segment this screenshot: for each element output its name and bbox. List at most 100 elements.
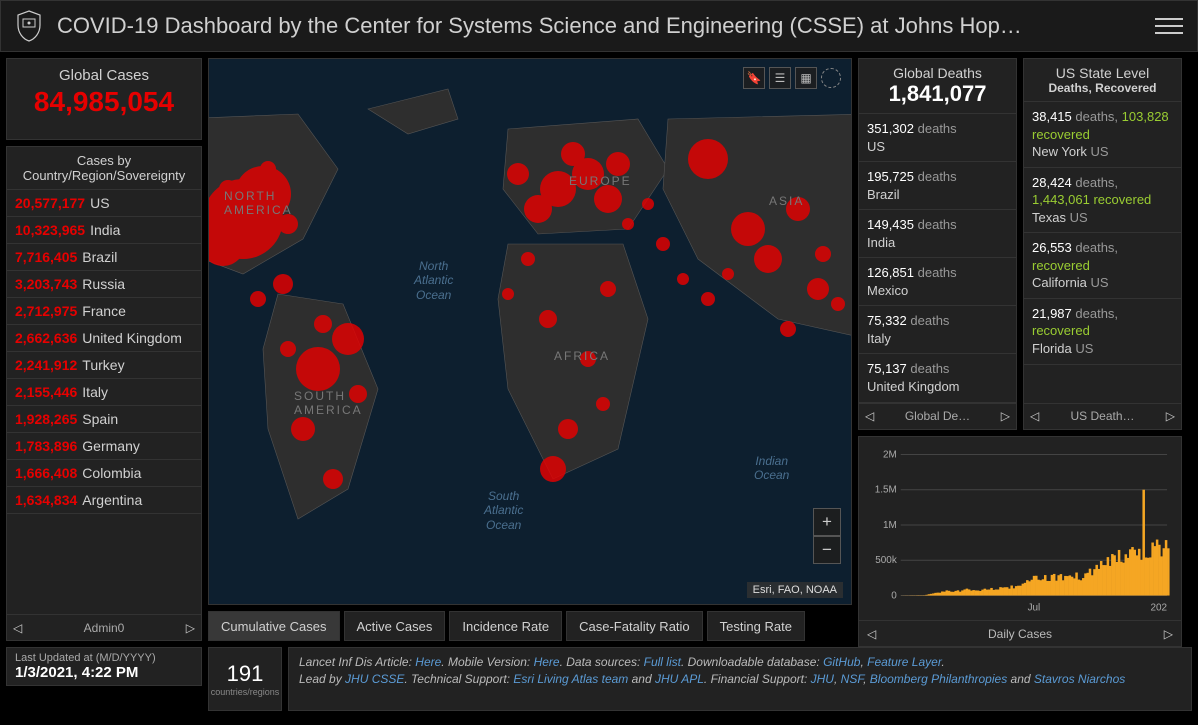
link-jhu[interactable]: JHU bbox=[811, 672, 834, 686]
link-github[interactable]: GitHub bbox=[823, 655, 860, 669]
link-jhucsse[interactable]: JHU CSSE bbox=[345, 672, 404, 686]
link-sources[interactable]: Full list bbox=[644, 655, 681, 669]
credits-panel: Lancet Inf Dis Article: Here. Mobile Ver… bbox=[288, 647, 1192, 711]
tab-incidence-rate[interactable]: Incidence Rate bbox=[449, 611, 562, 641]
list-item[interactable]: 20,577,177US bbox=[7, 190, 201, 217]
country-count-panel: 191 countries/regions bbox=[208, 647, 282, 711]
us-state-panel: US State Level Deaths, Recovered 38,415 … bbox=[1023, 58, 1182, 430]
zoom-out-button[interactable]: − bbox=[813, 536, 841, 564]
map-attribution: Esri, FAO, NOAA bbox=[747, 582, 843, 598]
link-mobile[interactable]: Here bbox=[534, 655, 560, 669]
continent-label: NORTHAMERICA bbox=[224, 189, 293, 217]
pager-next-icon[interactable]: ▷ bbox=[1166, 409, 1175, 423]
global-cases-value: 84,985,054 bbox=[11, 86, 197, 118]
deaths-pager: ◁ Global De… ▷ bbox=[859, 403, 1016, 429]
link-featurelayer[interactable]: Feature Layer bbox=[867, 655, 941, 669]
list-item[interactable]: 38,415 deaths, 103,828 recoveredNew York… bbox=[1024, 102, 1181, 168]
chart-pager: ◁ Daily Cases ▷ bbox=[859, 620, 1181, 646]
continent-label: SOUTHAMERICA bbox=[294, 389, 363, 417]
daily-cases-chart: 0 500k 1M 1.5M 2M Jul 202 ◁ Daily Cases ▷ bbox=[858, 436, 1182, 648]
cases-by-country-title: Cases by Country/Region/Sovereignty bbox=[7, 147, 201, 190]
svg-text:2M: 2M bbox=[883, 449, 897, 460]
global-deaths-title: Global Deaths bbox=[863, 65, 1012, 81]
link-nsf[interactable]: NSF bbox=[841, 672, 863, 686]
zoom-in-button[interactable]: + bbox=[813, 508, 841, 536]
pager-label: Admin0 bbox=[84, 621, 125, 635]
world-map[interactable]: NORTHAMERICA SOUTHAMERICA AFRICA EUROPE … bbox=[208, 58, 852, 605]
country-count-label: countries/regions bbox=[211, 687, 280, 697]
continent-label: AFRICA bbox=[554, 349, 610, 363]
list-item[interactable]: 75,332 deathsItaly bbox=[859, 306, 1016, 354]
global-deaths-panel: Global Deaths 1,841,077 351,302 deathsUS… bbox=[858, 58, 1017, 430]
link-jhuapl[interactable]: JHU APL bbox=[655, 672, 704, 686]
link-article[interactable]: Here bbox=[415, 655, 441, 669]
continent-label: EUROPE bbox=[569, 174, 632, 188]
menu-button[interactable] bbox=[1155, 12, 1183, 40]
us-state-pager: ◁ US Death… ▷ bbox=[1024, 403, 1181, 429]
link-bloomberg[interactable]: Bloomberg Philanthropies bbox=[870, 672, 1007, 686]
tab-case-fatality[interactable]: Case-Fatality Ratio bbox=[566, 611, 703, 641]
pager-prev-icon[interactable]: ◁ bbox=[13, 621, 22, 635]
svg-text:0: 0 bbox=[891, 590, 897, 601]
list-item[interactable]: 1,928,265Spain bbox=[7, 406, 201, 433]
list-item[interactable]: 3,203,743Russia bbox=[7, 271, 201, 298]
global-cases-title: Global Cases bbox=[11, 67, 197, 84]
us-state-subtitle: Deaths, Recovered bbox=[1028, 81, 1177, 95]
list-item[interactable]: 149,435 deathsIndia bbox=[859, 210, 1016, 258]
svg-text:500k: 500k bbox=[875, 555, 897, 566]
list-item[interactable]: 7,716,405Brazil bbox=[7, 244, 201, 271]
global-cases-panel: Global Cases 84,985,054 bbox=[6, 58, 202, 140]
svg-text:202: 202 bbox=[1150, 602, 1167, 613]
last-updated-value: 1/3/2021, 4:22 PM bbox=[15, 664, 193, 681]
list-item[interactable]: 2,662,636United Kingdom bbox=[7, 325, 201, 352]
list-item[interactable]: 75,137 deathsUnited Kingdom bbox=[859, 354, 1016, 402]
cases-by-country-panel: Cases by Country/Region/Sovereignty 20,5… bbox=[6, 146, 202, 641]
us-state-title: US State Level bbox=[1028, 65, 1177, 81]
bookmark-icon[interactable]: 🔖 bbox=[743, 67, 765, 89]
tab-testing-rate[interactable]: Testing Rate bbox=[707, 611, 805, 641]
pager-prev-icon[interactable]: ◁ bbox=[867, 627, 876, 641]
expand-icon[interactable] bbox=[821, 68, 841, 88]
list-item[interactable]: 1,666,408Colombia bbox=[7, 460, 201, 487]
country-count-value: 191 bbox=[227, 661, 264, 687]
link-esri[interactable]: Esri Living Atlas team bbox=[513, 672, 628, 686]
link-stavros[interactable]: Stavros Niarchos bbox=[1034, 672, 1125, 686]
pager-next-icon[interactable]: ▷ bbox=[186, 621, 195, 635]
chart-svg: 0 500k 1M 1.5M 2M Jul 202 bbox=[865, 445, 1175, 617]
ocean-label: NorthAtlanticOcean bbox=[414, 259, 453, 302]
list-item[interactable]: 26,553 deaths, recoveredCalifornia US bbox=[1024, 233, 1181, 299]
page-title: COVID-19 Dashboard by the Center for Sys… bbox=[57, 13, 1155, 39]
list-item[interactable]: 1,783,896Germany bbox=[7, 433, 201, 460]
list-item[interactable]: 2,155,446Italy bbox=[7, 379, 201, 406]
pager-prev-icon[interactable]: ◁ bbox=[865, 409, 874, 423]
pager-next-icon[interactable]: ▷ bbox=[1164, 627, 1173, 641]
list-item[interactable]: 126,851 deathsMexico bbox=[859, 258, 1016, 306]
list-item[interactable]: 2,712,975France bbox=[7, 298, 201, 325]
ocean-label: IndianOcean bbox=[754, 454, 789, 483]
list-item[interactable]: 28,424 deaths, 1,443,061 recoveredTexas … bbox=[1024, 168, 1181, 234]
tab-active-cases[interactable]: Active Cases bbox=[344, 611, 446, 641]
jhu-logo-icon bbox=[15, 9, 43, 43]
list-item[interactable]: 2,241,912Turkey bbox=[7, 352, 201, 379]
tab-cumulative-cases[interactable]: Cumulative Cases bbox=[208, 611, 340, 641]
continent-label: ASIA bbox=[769, 194, 804, 208]
list-item[interactable]: 351,302 deathsUS bbox=[859, 114, 1016, 162]
pager-next-icon[interactable]: ▷ bbox=[1001, 409, 1010, 423]
pager-prev-icon[interactable]: ◁ bbox=[1030, 409, 1039, 423]
list-item[interactable]: 1,634,834Argentina bbox=[7, 487, 201, 514]
map-tabs: Cumulative Cases Active Cases Incidence … bbox=[208, 611, 852, 641]
cases-list[interactable]: 20,577,177US 10,323,965India 7,716,405Br… bbox=[7, 190, 201, 614]
list-item[interactable]: 195,725 deathsBrazil bbox=[859, 162, 1016, 210]
legend-icon[interactable]: ☰ bbox=[769, 67, 791, 89]
cases-pager: ◁ Admin0 ▷ bbox=[7, 614, 201, 640]
svg-text:1M: 1M bbox=[883, 520, 897, 531]
global-deaths-value: 1,841,077 bbox=[863, 81, 1012, 107]
svg-text:1.5M: 1.5M bbox=[875, 484, 897, 495]
list-item[interactable]: 10,323,965India bbox=[7, 217, 201, 244]
list-item[interactable]: 21,987 deaths, recoveredFlorida US bbox=[1024, 299, 1181, 365]
basemap-icon[interactable]: ▦ bbox=[795, 67, 817, 89]
svg-text:Jul: Jul bbox=[1028, 602, 1041, 613]
ocean-label: SouthAtlanticOcean bbox=[484, 489, 523, 532]
last-updated-label: Last Updated at (M/D/YYYY) bbox=[15, 652, 193, 664]
last-updated-panel: Last Updated at (M/D/YYYY) 1/3/2021, 4:2… bbox=[6, 647, 202, 686]
